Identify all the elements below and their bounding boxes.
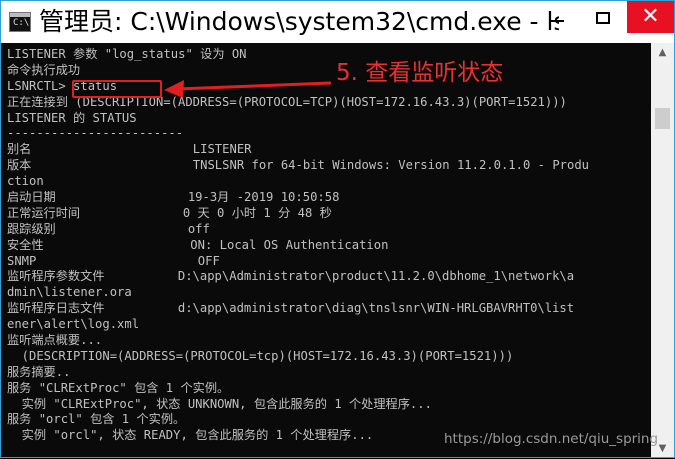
watermark: https://blog.csdn.net/qiu_spring — [444, 431, 659, 447]
scrollbar-thumb[interactable] — [655, 108, 670, 129]
cmd-window: C:\ 管理员: C:\Windows\system32\cmd.exe - l… — [0, 0, 675, 458]
annotation-label: 5. 查看监听状态 — [336, 60, 504, 86]
vertical-scrollbar[interactable]: ▲ ▼ — [651, 43, 674, 457]
scroll-up-arrow-icon[interactable]: ▲ — [651, 43, 674, 61]
